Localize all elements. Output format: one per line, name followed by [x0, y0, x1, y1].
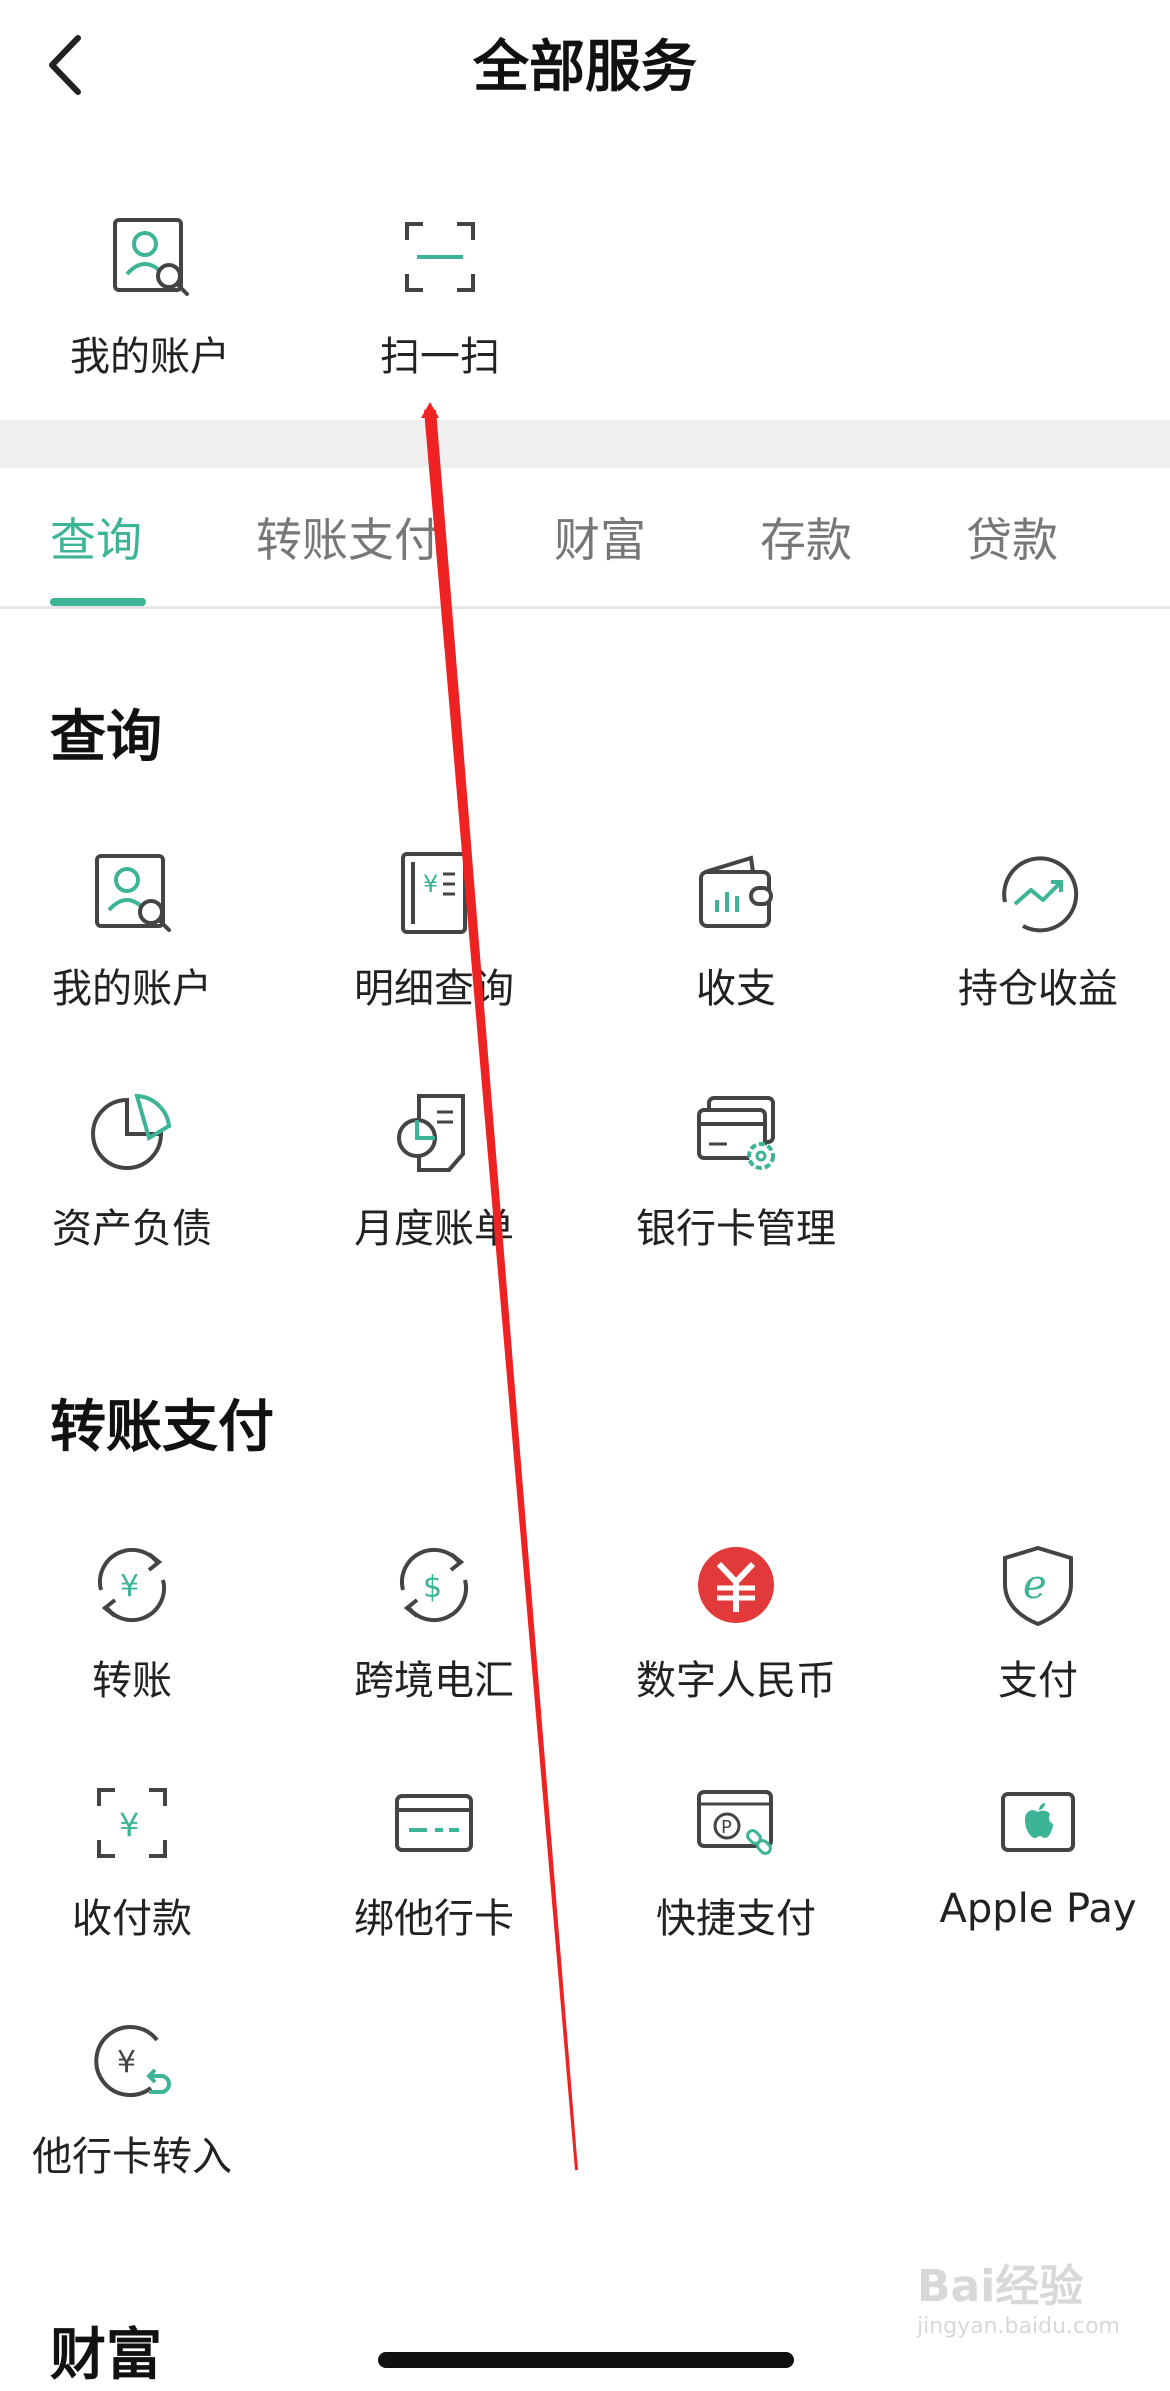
- item-monthly-bill[interactable]: 月度账单: [304, 1088, 564, 1254]
- tab-transfer[interactable]: 转账支付: [256, 505, 440, 575]
- tab-loan[interactable]: 贷款: [966, 505, 1058, 575]
- item-label: 收支: [696, 966, 776, 1012]
- watermark-brand: Bai经验: [916, 2261, 1084, 2312]
- watermark-url: jingyan.baidu.com: [916, 2314, 1120, 2339]
- item-label: 数字人民币: [636, 1658, 836, 1704]
- item-label: 支付: [998, 1658, 1078, 1704]
- account-search-icon: [87, 848, 177, 938]
- svg-text:¥: ¥: [119, 1806, 139, 1844]
- item-label: 银行卡管理: [636, 1206, 836, 1252]
- item-label: 月度账单: [354, 1206, 514, 1252]
- wallet-chart-icon: [691, 848, 781, 938]
- item-my-account[interactable]: 我的账户: [2, 848, 262, 1014]
- item-transfer[interactable]: ¥ 转账: [2, 1540, 262, 1706]
- account-search-icon: [105, 212, 195, 302]
- item-label: 持仓收益: [958, 966, 1118, 1012]
- item-statement[interactable]: ¥ 明细查询: [304, 848, 564, 1014]
- yuan-transfer-icon: ¥: [87, 1540, 177, 1630]
- trend-up-icon: [993, 848, 1083, 938]
- active-tab-indicator: [50, 598, 146, 606]
- item-payment[interactable]: e 支付: [908, 1540, 1168, 1706]
- tab-divider: [0, 606, 1170, 609]
- item-label: 我的账户: [52, 966, 212, 1012]
- section-title-wealth: 财富: [50, 2323, 162, 2388]
- item-other-card-in[interactable]: ¥ 他行卡转入: [2, 2016, 262, 2182]
- scan-icon: [395, 212, 485, 302]
- svg-text:¥: ¥: [120, 1569, 139, 1604]
- item-apple-pay[interactable]: Apple Pay: [908, 1778, 1168, 1932]
- item-assets-liabilities[interactable]: 资产负债: [2, 1088, 262, 1254]
- item-digital-rmb[interactable]: 数字人民币: [606, 1540, 866, 1706]
- item-label: 收付款: [72, 1896, 192, 1942]
- card-settings-icon: [691, 1088, 781, 1178]
- quick-scan[interactable]: 扫一扫: [340, 212, 540, 382]
- e-pay-shield-icon: e: [993, 1540, 1083, 1630]
- statement-icon: ¥: [389, 848, 479, 938]
- scan-yuan-icon: ¥: [87, 1778, 177, 1868]
- yuan-in-icon: ¥: [87, 2016, 177, 2106]
- item-quick-pay[interactable]: P 快捷支付: [606, 1778, 866, 1944]
- pie-chart-icon: [87, 1088, 177, 1178]
- watermark: Bai经验 jingyan.baidu.com: [917, 2250, 1120, 2339]
- section-separator: [0, 420, 1170, 468]
- quick-pay-icon: P: [691, 1778, 781, 1868]
- tab-query[interactable]: 查询: [50, 505, 142, 575]
- item-label: 明细查询: [354, 966, 514, 1012]
- quick-label: 扫一扫: [380, 334, 500, 380]
- quick-my-account[interactable]: 我的账户: [50, 212, 250, 382]
- item-holdings[interactable]: 持仓收益: [908, 848, 1168, 1014]
- item-card-management[interactable]: 银行卡管理: [606, 1088, 866, 1254]
- bind-card-icon: [389, 1778, 479, 1868]
- section-title-query: 查询: [50, 705, 162, 770]
- dollar-transfer-icon: $: [389, 1540, 479, 1630]
- item-label: 跨境电汇: [354, 1658, 514, 1704]
- section-title-transfer: 转账支付: [50, 1395, 274, 1460]
- page-title: 全部服务: [473, 35, 697, 100]
- item-receive-pay[interactable]: ¥ 收付款: [2, 1778, 262, 1944]
- apple-pay-icon: [993, 1778, 1083, 1868]
- item-income-expense[interactable]: 收支: [606, 848, 866, 1014]
- svg-text:¥: ¥: [117, 2045, 136, 2080]
- tab-deposit[interactable]: 存款: [760, 505, 852, 575]
- tab-wealth[interactable]: 财富: [554, 505, 646, 575]
- item-label: 资产负债: [52, 1206, 212, 1252]
- item-bind-card[interactable]: 绑他行卡: [304, 1778, 564, 1944]
- item-label: 他行卡转入: [32, 2134, 232, 2180]
- digital-rmb-icon: [691, 1540, 781, 1630]
- item-label: Apple Pay: [939, 1886, 1137, 1932]
- svg-text:e: e: [1023, 1562, 1047, 1608]
- quick-label: 我的账户: [70, 334, 230, 380]
- svg-text:P: P: [721, 1817, 732, 1838]
- svg-text:¥: ¥: [423, 870, 438, 898]
- item-label: 转账: [92, 1658, 172, 1704]
- svg-text:$: $: [423, 1570, 442, 1605]
- home-indicator: [378, 2352, 794, 2368]
- item-cross-border[interactable]: $ 跨境电汇: [304, 1540, 564, 1706]
- item-label: 快捷支付: [656, 1896, 816, 1942]
- item-label: 绑他行卡: [354, 1896, 514, 1942]
- monthly-bill-icon: [389, 1088, 479, 1178]
